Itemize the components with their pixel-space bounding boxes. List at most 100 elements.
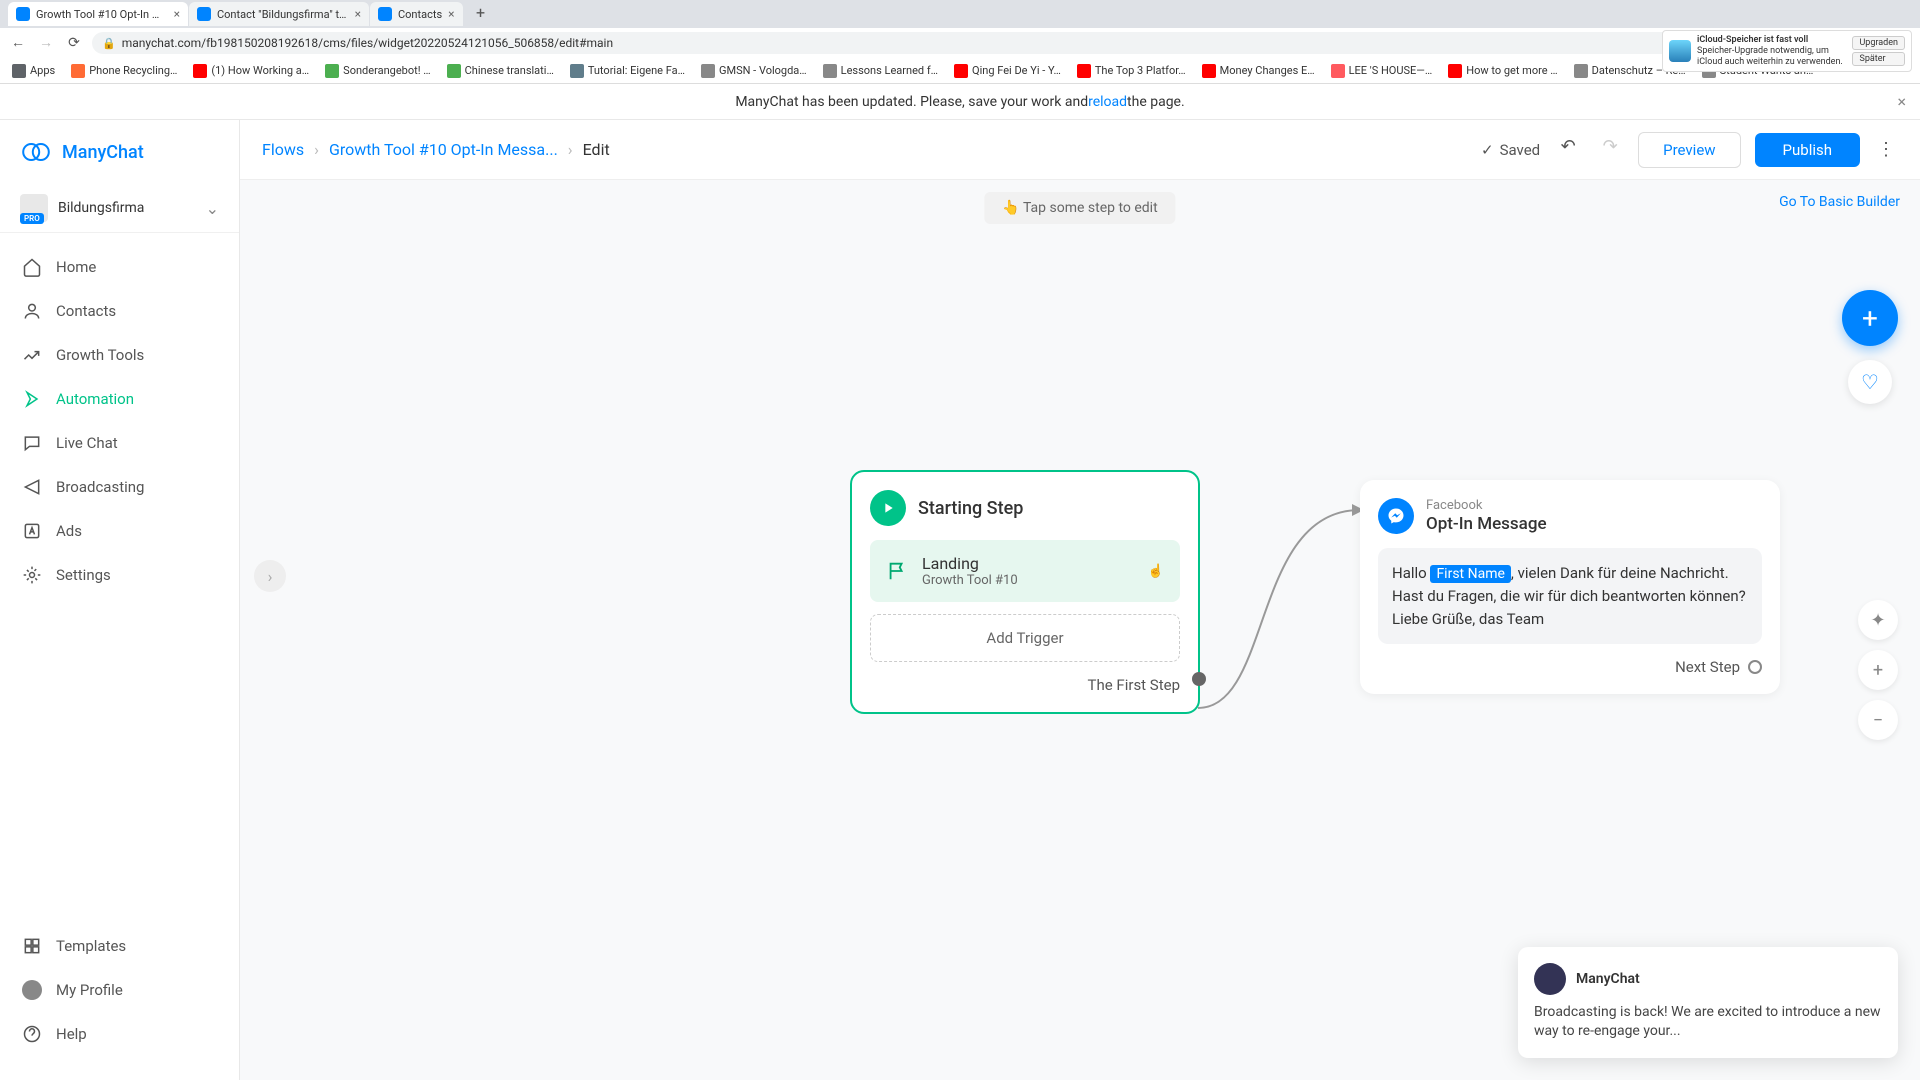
later-button[interactable]: Später xyxy=(1852,52,1905,66)
reload-button[interactable]: ⟳ xyxy=(64,33,84,53)
starting-step-node[interactable]: Starting Step Landing Growth Tool #10 ☝ … xyxy=(850,470,1200,714)
reload-link[interactable]: reload xyxy=(1088,94,1127,110)
automation-icon xyxy=(22,389,42,409)
bookmark-label: The Top 3 Platfor… xyxy=(1095,64,1186,77)
output-port[interactable] xyxy=(1192,672,1206,686)
sidebar-item-ads[interactable]: Ads xyxy=(0,509,239,553)
next-step-label: Next Step xyxy=(1675,658,1740,676)
bookmark-item[interactable]: Qing Fei De Yi - Y… xyxy=(948,64,1067,78)
templates-icon xyxy=(22,936,42,956)
address-bar[interactable]: 🔒 manychat.com/fb198150208192618/cms/fil… xyxy=(92,32,1884,54)
growth-icon xyxy=(22,345,42,365)
add-trigger-button[interactable]: Add Trigger xyxy=(870,614,1180,662)
bookmark-label: Sonderangebot! … xyxy=(343,64,430,77)
bookmark-item[interactable]: The Top 3 Platfor… xyxy=(1071,64,1192,78)
update-banner: ManyChat has been updated. Please, save … xyxy=(0,84,1920,120)
sidebar-item-contacts[interactable]: Contacts xyxy=(0,289,239,333)
bookmark-favicon xyxy=(193,64,207,78)
toast-message: Broadcasting is back! We are excited to … xyxy=(1534,1003,1882,1042)
output-port[interactable] xyxy=(1748,660,1762,674)
icloud-notification: iCloud-Speicher ist fast voll Speicher-U… xyxy=(1662,30,1912,72)
preview-button[interactable]: Preview xyxy=(1638,132,1740,168)
browser-tab[interactable]: Contacts × xyxy=(370,2,463,26)
bookmark-item[interactable]: LEE 'S HOUSE—… xyxy=(1325,64,1439,78)
sidebar-item-profile[interactable]: My Profile xyxy=(0,968,239,1012)
undo-button[interactable]: ↶ xyxy=(1554,136,1582,164)
bookmark-item[interactable]: Lessons Learned f… xyxy=(817,64,944,78)
sidebar-item-growth-tools[interactable]: Growth Tools xyxy=(0,333,239,377)
message-body[interactable]: Hallo First Name, vielen Dank für deine … xyxy=(1378,548,1762,644)
sidebar-item-help[interactable]: Help xyxy=(0,1012,239,1056)
bookmark-item[interactable]: How to get more … xyxy=(1442,64,1563,78)
workspace-selector[interactable]: PRO Bildungsfirma ⌄ xyxy=(0,184,239,233)
banner-text: ManyChat has been updated. Please, save … xyxy=(735,94,1088,110)
bookmark-item[interactable]: Sonderangebot! … xyxy=(319,64,436,78)
breadcrumb-flows[interactable]: Flows xyxy=(262,140,304,159)
sidebar-item-automation[interactable]: Automation xyxy=(0,377,239,421)
sidebar-item-broadcasting[interactable]: Broadcasting xyxy=(0,465,239,509)
close-icon[interactable]: × xyxy=(1897,92,1906,111)
browser-tab[interactable]: Contact "Bildungsfirma" throu × xyxy=(189,2,369,26)
zoom-in-button[interactable]: + xyxy=(1858,650,1898,690)
tab-favicon xyxy=(197,7,211,21)
bookmark-item[interactable]: (1) How Working a… xyxy=(187,64,315,78)
zoom-out-button[interactable]: − xyxy=(1858,700,1898,740)
tab-title: Contacts xyxy=(398,8,442,21)
icloud-sub: Speicher-Upgrade notwendig, um xyxy=(1697,46,1846,57)
bookmark-favicon xyxy=(823,64,837,78)
toast-avatar xyxy=(1534,963,1566,995)
sidebar-item-home[interactable]: Home xyxy=(0,245,239,289)
chevron-down-icon: ⌄ xyxy=(206,199,219,218)
more-menu-button[interactable]: ⋮ xyxy=(1874,139,1898,160)
banner-text: the page. xyxy=(1127,94,1185,110)
grid-icon xyxy=(12,64,26,78)
publish-button[interactable]: Publish xyxy=(1755,133,1860,167)
upgrade-button[interactable]: Upgraden xyxy=(1852,36,1905,50)
bookmark-item[interactable]: Tutorial: Eigene Fa… xyxy=(564,64,691,78)
close-icon[interactable]: × xyxy=(355,7,361,21)
pointer-icon: ☝ xyxy=(1148,564,1164,579)
brand-logo[interactable]: ManyChat xyxy=(0,136,239,184)
bookmark-label: Phone Recycling… xyxy=(89,64,177,77)
redo-button[interactable]: ↷ xyxy=(1596,136,1624,164)
browser-tab[interactable]: Growth Tool #10 Opt-In Mess × xyxy=(8,2,188,26)
bookmark-item[interactable]: Phone Recycling… xyxy=(65,64,183,78)
notification-toast[interactable]: ManyChat Broadcasting is back! We are ex… xyxy=(1518,947,1898,1058)
close-icon[interactable]: × xyxy=(174,7,180,21)
manychat-logo-icon xyxy=(20,136,52,168)
like-button[interactable]: ♡ xyxy=(1848,360,1892,404)
close-icon[interactable]: × xyxy=(448,7,454,21)
bookmark-favicon xyxy=(954,64,968,78)
trigger-landing[interactable]: Landing Growth Tool #10 ☝ xyxy=(870,540,1180,602)
nav-label: Settings xyxy=(56,566,111,584)
help-icon xyxy=(22,1024,42,1044)
node-title: Starting Step xyxy=(918,498,1023,519)
forward-button[interactable]: → xyxy=(36,33,56,53)
flag-icon xyxy=(886,560,908,582)
nav-label: Contacts xyxy=(56,302,116,320)
bookmark-item[interactable]: GMSN - Vologda… xyxy=(695,64,813,78)
bookmark-item[interactable]: Money Changes E… xyxy=(1196,64,1321,78)
home-icon xyxy=(22,257,42,277)
bookmark-label: Lessons Learned f… xyxy=(841,64,938,77)
nav-label: Home xyxy=(56,258,96,276)
sidebar-item-templates[interactable]: Templates xyxy=(0,924,239,968)
auto-arrange-button[interactable]: ✦ xyxy=(1858,600,1898,640)
sidebar-item-settings[interactable]: Settings xyxy=(0,553,239,597)
bookmark-item[interactable]: Chinese translati… xyxy=(441,64,560,78)
bookmark-label: Chinese translati… xyxy=(465,64,554,77)
optin-message-node[interactable]: Facebook Opt-In Message Hallo First Name… xyxy=(1360,480,1780,694)
flow-canvas[interactable]: 👆 Tap some step to edit Go To Basic Buil… xyxy=(240,180,1920,1080)
nav-label: Live Chat xyxy=(56,434,118,452)
sidebar-item-livechat[interactable]: Live Chat xyxy=(0,421,239,465)
sidebar-toggle-button[interactable]: › xyxy=(254,560,286,592)
new-tab-button[interactable]: + xyxy=(470,3,492,25)
basic-builder-link[interactable]: Go To Basic Builder xyxy=(1779,194,1900,210)
breadcrumb-flow[interactable]: Growth Tool #10 Opt-In Messa... xyxy=(329,140,558,159)
bookmark-favicon xyxy=(1202,64,1216,78)
add-step-fab[interactable]: + xyxy=(1842,290,1898,346)
back-button[interactable]: ← xyxy=(8,33,28,53)
bookmark-label: Money Changes E… xyxy=(1220,64,1315,77)
apps-button[interactable]: Apps xyxy=(6,64,61,78)
workspace-name: Bildungsfirma xyxy=(58,200,196,216)
